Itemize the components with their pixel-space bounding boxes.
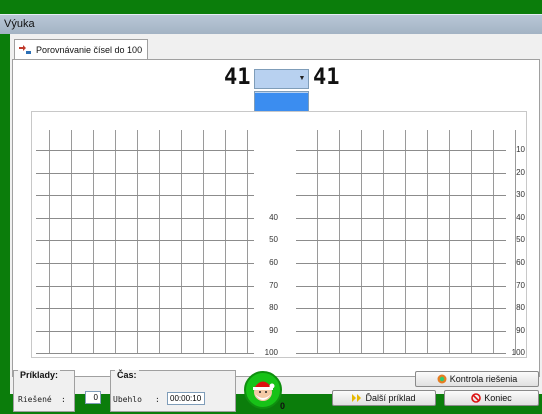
grid-column-line	[427, 130, 428, 354]
kontrola-riesenia-label: Kontrola riešenia	[449, 374, 518, 384]
grid-row-line	[296, 172, 506, 174]
grid-row-line	[296, 353, 506, 355]
grid-row-line	[296, 195, 506, 197]
grid-row-line	[296, 285, 506, 287]
dalsi-priklad-label: Ďalší príklad	[365, 393, 416, 403]
grid-row-label-right: 70	[516, 280, 525, 290]
comparison-tab-icon	[18, 44, 32, 55]
grid-column-line	[225, 130, 226, 354]
koniec-button[interactable]: Koniec	[444, 390, 539, 406]
grid-row-label-middle: 40	[269, 212, 278, 222]
grid-row-line	[296, 308, 506, 310]
grid-column-line	[339, 130, 340, 354]
double-arrow-right-icon	[352, 393, 362, 403]
grid-column-line	[471, 130, 472, 354]
grid-column-line	[115, 130, 116, 354]
grid-row-label-middle: 70	[269, 280, 278, 290]
grid-row-line	[296, 217, 506, 219]
chevron-down-icon[interactable]: ▼	[297, 71, 307, 87]
comparison-select[interactable]: ▼	[254, 69, 309, 89]
grid-column-line	[137, 130, 138, 354]
cas-group: Čas: Ubehlo : 00:00:10	[110, 370, 236, 412]
priklady-group: Príklady: Riešené :	[13, 370, 75, 412]
dropdown-option-blank[interactable]	[255, 93, 308, 111]
grid-row-label-right: 90	[516, 325, 525, 335]
grid-column-line	[159, 130, 160, 354]
grid-row-line	[296, 240, 506, 242]
grid-column-line	[247, 130, 248, 354]
santa-mascot-icon	[244, 371, 282, 409]
grid-row-label-middle: 80	[269, 303, 278, 313]
grid-row-label-middle: 100	[264, 348, 278, 358]
status-area: Príklady: Riešené : 0 Čas: Ubehlo : 00:0…	[10, 367, 542, 414]
riesene-separator: :	[61, 395, 66, 404]
grid-column-line	[361, 130, 362, 354]
window-client-area: Porovnávanie čísel do 100 41 ▼ 41 < = > …	[10, 34, 542, 412]
right-number: 41	[313, 65, 340, 90]
grid-row-line	[36, 217, 254, 219]
grid-column-line	[383, 130, 384, 354]
cas-label: Čas:	[115, 370, 139, 380]
grid-column-line	[449, 130, 450, 354]
riesene-label: Riešené	[18, 395, 52, 404]
grid-row-line	[36, 195, 254, 197]
dalsi-priklad-button[interactable]: Ďalší príklad	[332, 390, 436, 406]
grid-row-label-right: 30	[516, 190, 525, 200]
grid-row-line	[36, 150, 254, 151]
grid-row-line	[36, 172, 254, 174]
grid-row-line	[36, 263, 254, 264]
grid-row-line	[36, 285, 254, 287]
grid-row-label-right: 100	[511, 348, 525, 358]
grid-row-line	[296, 150, 506, 151]
grid-row-line	[296, 330, 506, 332]
grid-column-line	[49, 130, 50, 354]
tab-label: Porovnávanie čísel do 100	[36, 44, 143, 55]
grid-row-line	[36, 330, 254, 332]
grid-row-line	[36, 353, 254, 355]
ubehlo-separator: :	[155, 395, 160, 404]
grid-row-label-middle: 90	[269, 325, 278, 335]
grid-row-label-right: 80	[516, 303, 525, 313]
priklady-label: Príklady:	[18, 370, 61, 380]
app-window: Výuka Porovnávanie čísel do 100 41 ▼ 41 …	[0, 14, 542, 412]
grid-column-line	[317, 130, 318, 354]
grid-row-label-right: 40	[516, 212, 525, 222]
grid-row-label-right: 20	[516, 167, 525, 177]
title-bar[interactable]: Výuka	[0, 14, 542, 34]
grid-row-label-right: 60	[516, 258, 525, 267]
grid-row-label-right: 50	[516, 235, 525, 245]
number-grid: 10 20 30 40 40 50 50 60 60 70 70 80 80 90 90 100 100	[31, 111, 527, 358]
grid-column-line	[93, 130, 94, 354]
grid-column-line	[181, 130, 182, 354]
riesene-field: 0	[85, 391, 101, 404]
grid-row-line	[36, 240, 254, 242]
grid-column-line	[71, 130, 72, 354]
tab-porovnavanie[interactable]: Porovnávanie čísel do 100	[14, 39, 148, 59]
koniec-label: Koniec	[484, 393, 512, 403]
grid-row-label-middle: 50	[269, 235, 278, 245]
ubehlo-label: Ubehlo	[113, 395, 142, 404]
mascot-count: 0	[280, 401, 286, 411]
left-number: 41	[224, 65, 251, 90]
grid-row-line	[296, 263, 506, 264]
grid-column-line	[493, 130, 494, 354]
stop-icon	[471, 393, 482, 403]
grid-row-line	[36, 308, 254, 310]
kontrola-riesenia-button[interactable]: Kontrola riešenia	[415, 371, 539, 387]
grid-row-label-right: 10	[516, 145, 525, 154]
grid-column-line	[203, 130, 204, 354]
check-circle-icon	[437, 374, 447, 384]
window-title: Výuka	[4, 18, 35, 30]
grid-column-line	[405, 130, 406, 354]
grid-row-label-middle: 60	[269, 258, 278, 267]
